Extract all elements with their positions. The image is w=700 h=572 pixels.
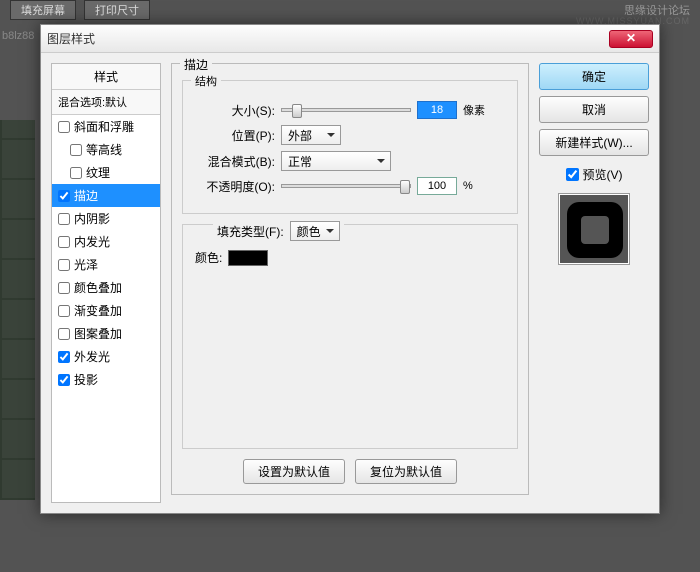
style-label-5: 内发光 <box>74 233 110 250</box>
opacity-slider[interactable] <box>281 184 411 188</box>
style-item-3[interactable]: 描边 <box>52 184 160 207</box>
styles-list-panel: 样式 混合选项:默认 斜面和浮雕等高线纹理描边内阴影内发光光泽颜色叠加渐变叠加图… <box>51 63 161 503</box>
style-checkbox-6[interactable] <box>58 259 70 271</box>
opacity-input[interactable] <box>417 177 457 195</box>
size-unit: 像素 <box>463 102 485 118</box>
group-title-stroke: 描边 <box>180 56 212 73</box>
bg-bricks <box>0 120 35 500</box>
preview-thumbnail <box>558 193 630 265</box>
color-swatch[interactable] <box>228 250 268 266</box>
fill-type-label: 填充类型(F): <box>217 223 284 240</box>
structure-title: 结构 <box>191 73 221 89</box>
style-item-6[interactable]: 光泽 <box>52 253 160 276</box>
size-input[interactable] <box>417 101 457 119</box>
style-label-7: 颜色叠加 <box>74 279 122 296</box>
style-label-0: 斜面和浮雕 <box>74 118 134 135</box>
bg-print-size-button[interactable]: 打印尺寸 <box>84 0 150 20</box>
preview-shape-icon <box>567 202 623 258</box>
style-label-2: 纹理 <box>86 164 110 181</box>
style-checkbox-4[interactable] <box>58 213 70 225</box>
size-slider[interactable] <box>281 108 411 112</box>
style-checkbox-10[interactable] <box>58 351 70 363</box>
style-item-8[interactable]: 渐变叠加 <box>52 299 160 322</box>
size-label: 大小(S): <box>195 102 275 119</box>
style-item-9[interactable]: 图案叠加 <box>52 322 160 345</box>
preview-checkbox[interactable] <box>566 168 579 181</box>
style-item-11[interactable]: 投影 <box>52 368 160 391</box>
style-item-1[interactable]: 等高线 <box>52 138 160 161</box>
style-label-6: 光泽 <box>74 256 98 273</box>
style-item-5[interactable]: 内发光 <box>52 230 160 253</box>
style-label-10: 外发光 <box>74 348 110 365</box>
style-checkbox-7[interactable] <box>58 282 70 294</box>
style-item-10[interactable]: 外发光 <box>52 345 160 368</box>
style-label-4: 内阴影 <box>74 210 110 227</box>
set-default-button[interactable]: 设置为默认值 <box>243 459 345 484</box>
style-checkbox-9[interactable] <box>58 328 70 340</box>
style-label-1: 等高线 <box>86 141 122 158</box>
style-label-11: 投影 <box>74 371 98 388</box>
style-checkbox-0[interactable] <box>58 121 70 133</box>
new-style-button[interactable]: 新建样式(W)... <box>539 129 649 156</box>
titlebar[interactable]: 图层样式 ✕ <box>41 25 659 53</box>
blend-mode-label: 混合模式(B): <box>195 153 275 170</box>
style-label-8: 渐变叠加 <box>74 302 122 319</box>
bg-fill-screen-button[interactable]: 填充屏幕 <box>10 0 76 20</box>
style-label-9: 图案叠加 <box>74 325 122 342</box>
ok-button[interactable]: 确定 <box>539 63 649 90</box>
opacity-unit: % <box>463 180 473 192</box>
blend-options-header[interactable]: 混合选项:默认 <box>52 90 160 115</box>
style-item-4[interactable]: 内阴影 <box>52 207 160 230</box>
blend-mode-dropdown[interactable]: 正常 <box>281 151 391 171</box>
layer-style-dialog: 图层样式 ✕ 样式 混合选项:默认 斜面和浮雕等高线纹理描边内阴影内发光光泽颜色… <box>40 24 660 514</box>
fill-type-dropdown[interactable]: 颜色 <box>290 221 340 241</box>
styles-header[interactable]: 样式 <box>52 64 160 90</box>
dialog-title: 图层样式 <box>47 30 609 47</box>
style-checkbox-2[interactable] <box>70 167 82 179</box>
right-panel: 确定 取消 新建样式(W)... 预览(V) <box>539 63 649 503</box>
style-checkbox-11[interactable] <box>58 374 70 386</box>
style-checkbox-8[interactable] <box>58 305 70 317</box>
bg-corner-text: b8lz88 <box>2 30 34 42</box>
style-checkbox-5[interactable] <box>58 236 70 248</box>
style-checkbox-3[interactable] <box>58 190 70 202</box>
position-dropdown[interactable]: 外部 <box>281 125 341 145</box>
preview-label: 预览(V) <box>583 166 623 183</box>
position-label: 位置(P): <box>195 127 275 144</box>
style-item-2[interactable]: 纹理 <box>52 161 160 184</box>
settings-panel: 描边 结构 大小(S): 像素 位置(P): 外部 混合模式(B): <box>171 63 529 503</box>
style-item-0[interactable]: 斜面和浮雕 <box>52 115 160 138</box>
close-button[interactable]: ✕ <box>609 30 653 48</box>
style-item-7[interactable]: 颜色叠加 <box>52 276 160 299</box>
style-checkbox-1[interactable] <box>70 144 82 156</box>
reset-default-button[interactable]: 复位为默认值 <box>355 459 457 484</box>
cancel-button[interactable]: 取消 <box>539 96 649 123</box>
opacity-label: 不透明度(O): <box>195 178 275 195</box>
style-label-3: 描边 <box>74 187 98 204</box>
preview-checkbox-row[interactable]: 预览(V) <box>539 166 649 183</box>
color-label: 颜色: <box>195 249 222 266</box>
